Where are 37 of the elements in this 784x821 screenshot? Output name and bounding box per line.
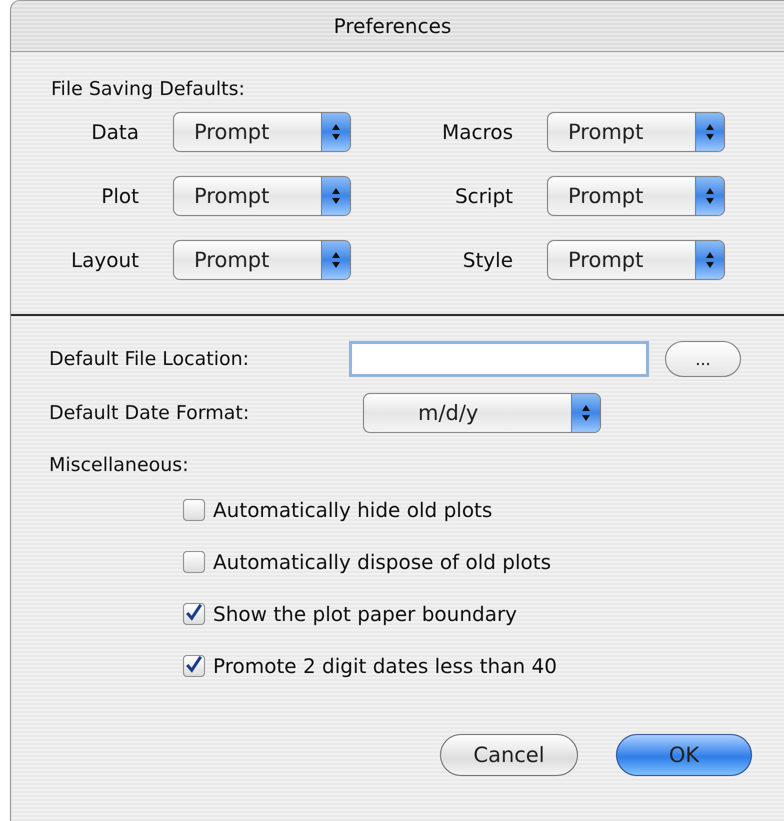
ok-button[interactable]: OK [616, 734, 752, 776]
checkbox-label: Automatically hide old plots [213, 498, 492, 522]
file-location-field[interactable] [349, 341, 649, 377]
popup-menu[interactable]: Prompt [547, 240, 725, 280]
popup-menu[interactable]: Prompt [173, 112, 351, 152]
field-label: Default Date Format: [49, 402, 250, 424]
checkbox-label: Show the plot paper boundary [213, 602, 518, 626]
field-label: Layout [71, 248, 139, 272]
browse-button[interactable]: ... [665, 341, 741, 377]
checkbox[interactable] [183, 551, 205, 573]
window-title: Preferences [334, 14, 452, 38]
section-heading: Miscellaneous: [49, 454, 190, 476]
checkbox[interactable] [183, 603, 205, 625]
checkbox[interactable] [183, 499, 205, 521]
stepper-icon [571, 394, 600, 432]
cancel-button[interactable]: Cancel [440, 734, 578, 776]
field-label: Plot [101, 184, 139, 208]
field-label: Style [462, 248, 513, 272]
stepper-icon [321, 113, 350, 151]
section-heading: File Saving Defaults: [51, 78, 246, 100]
popup-menu[interactable]: Prompt [173, 240, 351, 280]
stepper-icon [695, 113, 724, 151]
checkbox-label: Promote 2 digit dates less than 40 [213, 654, 557, 678]
popup-menu[interactable]: m/d/y [363, 393, 601, 433]
stepper-icon [695, 177, 724, 215]
field-label: Script [454, 184, 513, 208]
popup-menu[interactable]: Prompt [173, 176, 351, 216]
checkbox[interactable] [183, 655, 205, 677]
field-label: Macros [441, 120, 513, 144]
field-label: Data [91, 120, 139, 144]
field-label: Default File Location: [49, 348, 250, 370]
stepper-icon [321, 177, 350, 215]
popup-menu[interactable]: Prompt [547, 112, 725, 152]
checkbox-label: Automatically dispose of old plots [213, 550, 552, 574]
popup-menu[interactable]: Prompt [547, 176, 725, 216]
stepper-icon [321, 241, 350, 279]
stepper-icon [695, 241, 724, 279]
